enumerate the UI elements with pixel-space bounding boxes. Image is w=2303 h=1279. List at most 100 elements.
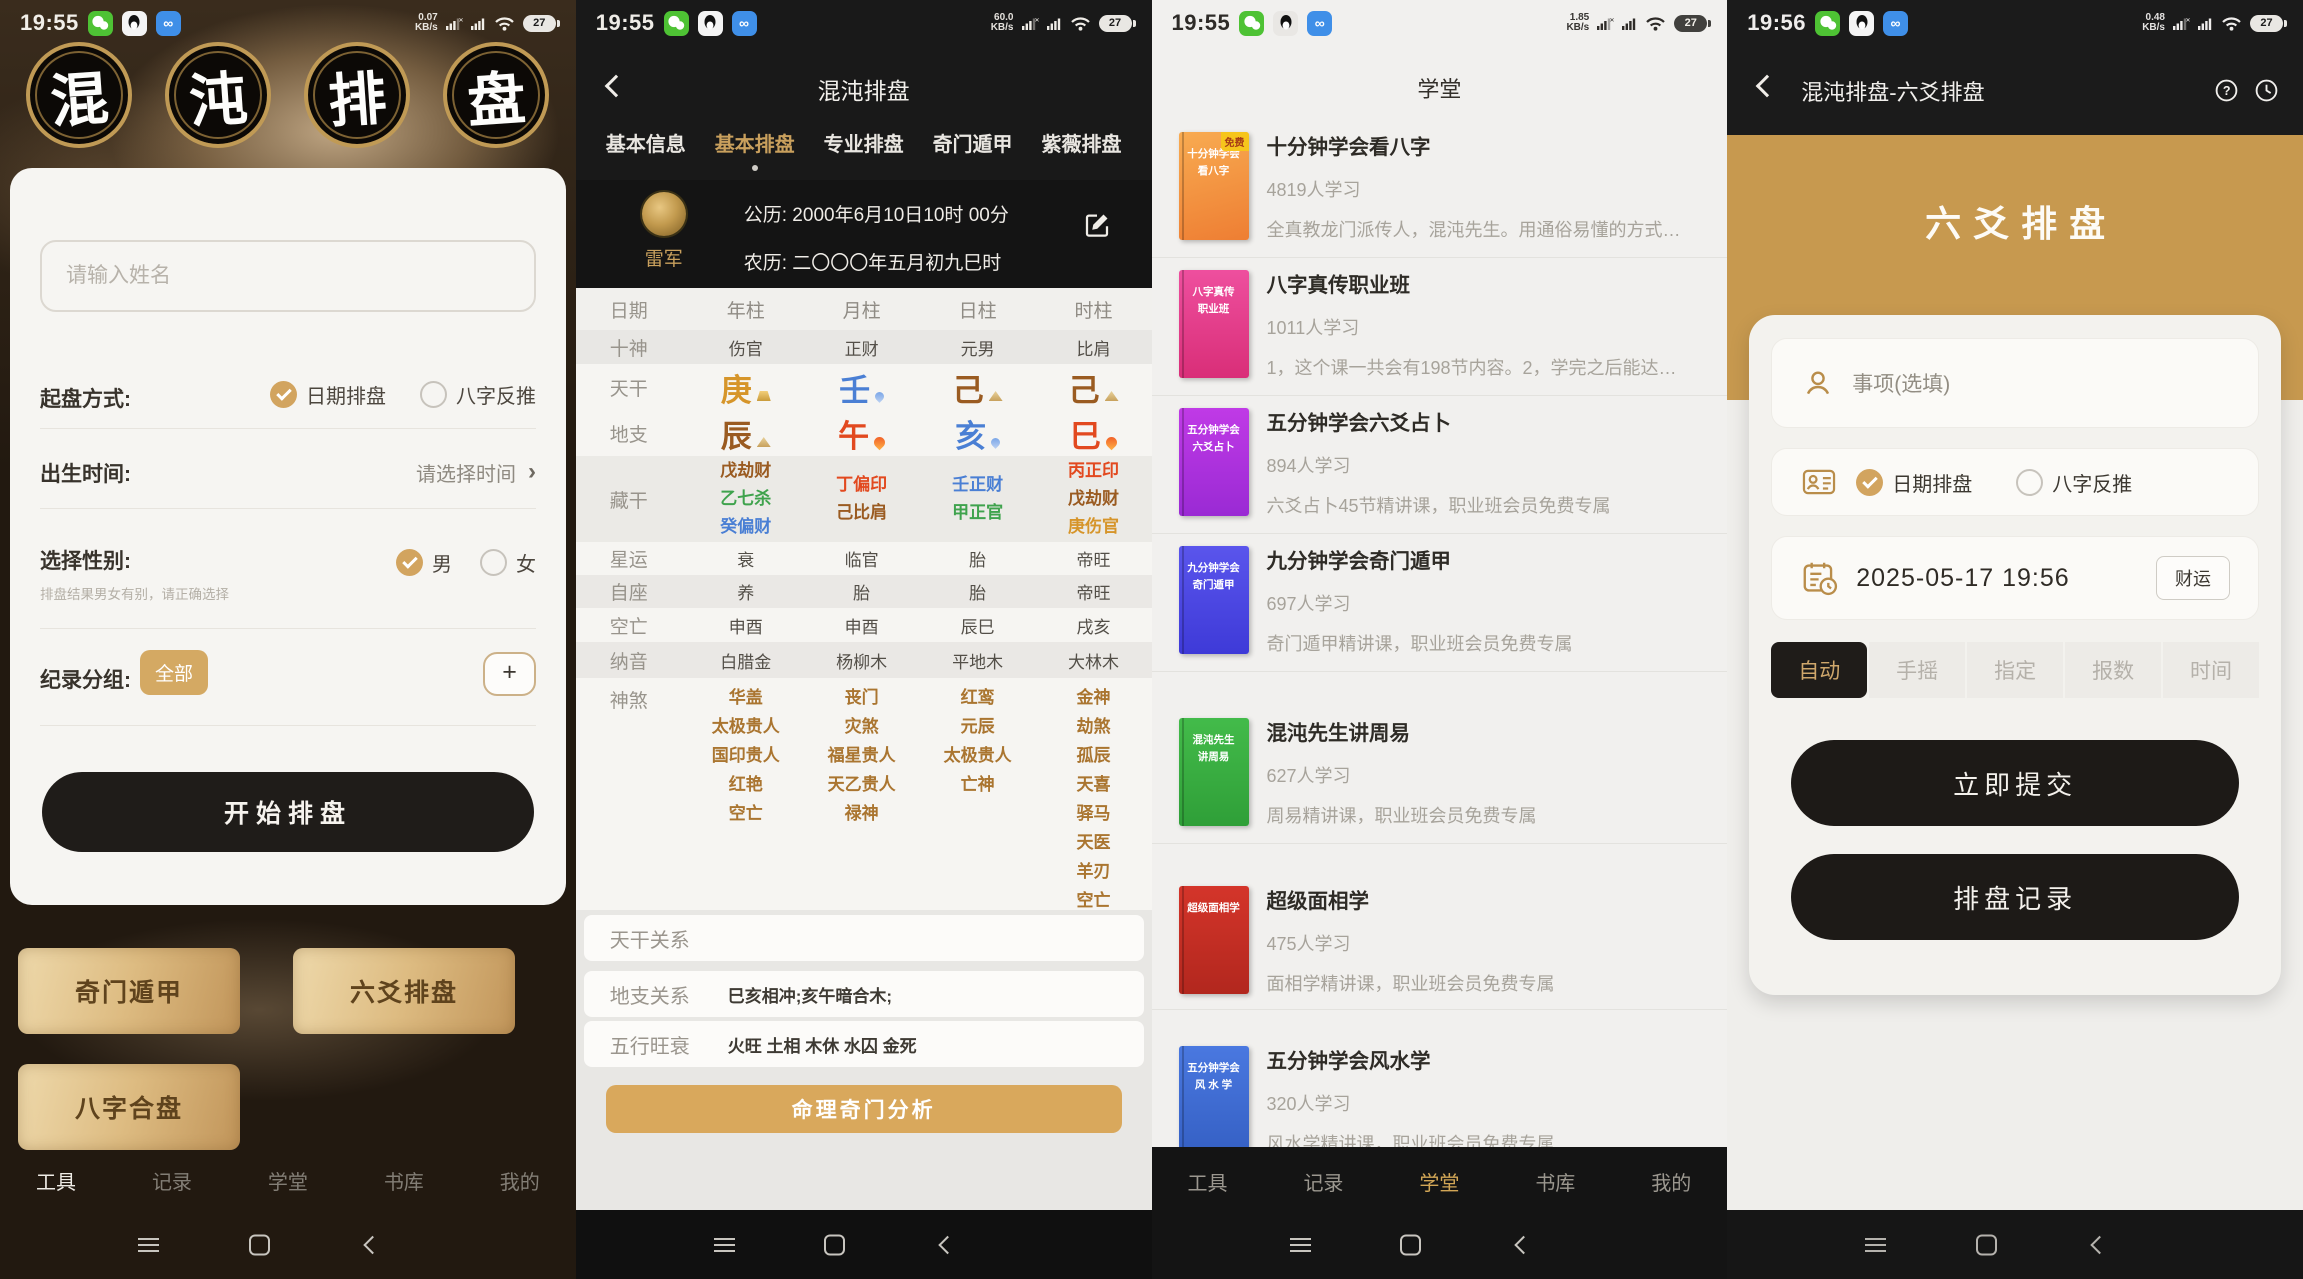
records-button[interactable]: 排盘记录 [1791, 854, 2239, 940]
help-icon[interactable]: ? [2214, 78, 2239, 108]
logo-coin: 沌 [165, 42, 271, 148]
battery-indicator: 27 [1099, 15, 1132, 32]
matter-input[interactable]: 事项(选填) [1771, 338, 2259, 428]
course-description: 全真教龙门派传人，混沌先生。用通俗易懂的方式… [1267, 216, 1710, 242]
page-title: 混沌排盘 [576, 72, 1152, 106]
method-radio[interactable]: 日期排盘 [270, 380, 386, 409]
tab-item[interactable]: 基本排盘 [715, 128, 795, 171]
tab-item[interactable]: 专业排盘 [824, 128, 904, 171]
course-item[interactable]: 八字真传职业班 八字真传职业班 1011人学习 1，这个课一共会有198节内容。… [1152, 258, 1728, 396]
tab-item[interactable]: 工具 [1188, 1167, 1228, 1196]
history-icon[interactable] [2254, 78, 2279, 108]
course-item[interactable]: 混沌先生讲周易 混沌先生讲周易 627人学习 周易精讲课，职业班会员免费专属 [1152, 672, 1728, 844]
column-header: 年柱 [688, 296, 804, 323]
method-radio[interactable]: 日期排盘 [1856, 468, 1972, 497]
clock-time: 19:55 [1172, 10, 1231, 36]
course-item[interactable]: 五分钟学会六爻占卜 五分钟学会六爻占卜 894人学习 六爻占卜45节精讲课，职业… [1152, 396, 1728, 534]
table-cell: 帝旺 [1036, 579, 1152, 604]
shortcut-card[interactable]: 奇门遁甲 [18, 948, 240, 1034]
tab-item[interactable]: 工具 [36, 1166, 76, 1195]
fortune-button[interactable]: 财运 [2156, 556, 2230, 600]
shensha-row: 神煞 华盖太极贵人国印贵人红艳空亡丧门灾煞福星贵人天乙贵人禄神红鸾元辰太极贵人亡… [576, 678, 1152, 910]
tab-item[interactable]: 书库 [384, 1166, 424, 1195]
course-item[interactable]: 九分钟学会奇门遁甲 九分钟学会奇门遁甲 697人学习 奇门遁甲精讲课，职业班会员… [1152, 534, 1728, 672]
nav-back-icon[interactable] [1514, 1235, 1532, 1253]
network-speed: 1.85KB/s [1566, 13, 1589, 34]
tab-item[interactable]: 书库 [1535, 1167, 1575, 1196]
nav-back-icon[interactable] [939, 1235, 957, 1253]
datetime-field[interactable]: 2025-05-17 19:56 财运 [1771, 536, 2259, 620]
method-field: 日期排盘 八字反推 [1771, 448, 2259, 516]
mode-tab[interactable]: 报数 [2065, 642, 2161, 698]
nav-home-icon[interactable] [249, 1234, 270, 1255]
canggan-row: 藏干 戊劫财乙七杀癸偏财丁偏印己比肩壬正财甲正官丙正印戊劫财庚伤官 [576, 456, 1152, 542]
group-all-chip[interactable]: 全部 [140, 650, 208, 695]
nav-home-icon[interactable] [824, 1234, 845, 1255]
shortcut-card[interactable]: 八字合盘 [18, 1064, 240, 1150]
element-icon [873, 390, 886, 403]
tab-item[interactable]: 记录 [1303, 1167, 1343, 1196]
column-header: 月柱 [804, 296, 920, 323]
nav-menu-icon[interactable] [714, 1234, 735, 1256]
start-paipan-button[interactable]: 开始排盘 [42, 772, 534, 852]
app-logo: 混 沌 排 盘 [0, 42, 576, 148]
free-badge: 免费 [1221, 132, 1249, 151]
android-nav-bar [1727, 1210, 2303, 1279]
name-input[interactable] [40, 240, 536, 312]
matter-placeholder: 事项(选填) [1852, 368, 1950, 398]
gender-radio[interactable]: 女 [480, 548, 536, 577]
course-description: 奇门遁甲精讲课，职业班会员免费专属 [1267, 630, 1710, 656]
nav-menu-icon[interactable] [1865, 1234, 1886, 1256]
tab-item[interactable]: 紫薇排盘 [1042, 128, 1122, 171]
stem-cell: 己 [1036, 365, 1152, 410]
android-nav-bar [0, 1210, 576, 1279]
method-label: 起盘方式: [40, 383, 131, 413]
qimen-analysis-button[interactable]: 命理奇门分析 [606, 1085, 1122, 1133]
nav-back-icon[interactable] [363, 1235, 381, 1253]
tab-item[interactable]: 学堂 [268, 1166, 308, 1195]
add-group-button[interactable]: + [483, 652, 536, 696]
tab-item[interactable]: 我的 [500, 1166, 540, 1195]
branch-cell: 巳 [1036, 411, 1152, 456]
course-item[interactable]: 超级面相学 超级面相学 475人学习 面相学精讲课，职业班会员免费专属 [1152, 844, 1728, 1010]
tab-item[interactable]: 学堂 [1419, 1167, 1459, 1196]
radio-icon [396, 549, 423, 576]
edit-icon[interactable] [1082, 210, 1112, 245]
status-bar: 19:55 ∞ 60.0KB/s ✕ 27 [576, 0, 1152, 46]
calendar-clock-icon [1802, 560, 1838, 596]
tab-item[interactable]: 我的 [1651, 1167, 1691, 1196]
course-students: 697人学习 [1267, 590, 1351, 616]
course-item[interactable]: 五分钟学会风 水 学 五分钟学会风水学 320人学习 风水学精讲课，职业班会员免… [1152, 1010, 1728, 1147]
tab-item[interactable]: 记录 [152, 1166, 192, 1195]
mode-tab[interactable]: 指定 [1967, 642, 2063, 698]
table-cell: 正财 [804, 335, 920, 360]
wifi-icon [2221, 16, 2242, 31]
qq-icon [1849, 11, 1874, 36]
tab-item[interactable]: 奇门遁甲 [933, 128, 1013, 171]
submit-button[interactable]: 立即提交 [1791, 740, 2239, 826]
table-cell: 元男 [920, 335, 1036, 360]
chevron-right-icon: › [528, 458, 536, 487]
gender-label: 选择性别: [40, 545, 131, 575]
four-screen-collage: 19:55 ∞ 0.07KB/s ✕ 27 混 沌 排 盘 起盘方式: 日期排盘… [0, 0, 2303, 1279]
nav-menu-icon[interactable] [138, 1234, 159, 1256]
mode-tab[interactable]: 自动 [1771, 642, 1867, 698]
nav-home-icon[interactable] [1976, 1234, 1997, 1255]
divider [40, 725, 536, 726]
table-cell: 养 [688, 579, 804, 604]
shortcut-card[interactable]: 六爻排盘 [293, 948, 515, 1034]
nav-home-icon[interactable] [1400, 1234, 1421, 1255]
nav-menu-icon[interactable] [1290, 1234, 1311, 1256]
tab-item[interactable]: 基本信息 [606, 128, 686, 171]
method-radio[interactable]: 八字反推 [2016, 468, 2132, 497]
dizhi-row: 地支 辰午亥巳 [576, 410, 1152, 456]
mode-tab[interactable]: 手摇 [1869, 642, 1965, 698]
course-item[interactable]: 免费 十分钟学会看八字 十分钟学会看八字 4819人学习 全真教龙门派传人，混沌… [1152, 120, 1728, 258]
gender-radio[interactable]: 男 [396, 548, 452, 577]
method-radio[interactable]: 八字反推 [420, 380, 536, 409]
nav-back-icon[interactable] [2090, 1235, 2108, 1253]
mode-tab[interactable]: 时间 [2163, 642, 2259, 698]
birth-time-picker[interactable]: 请选择时间 › [416, 458, 536, 487]
bottom-tab-bar: 工具 记录 学堂 书库 我的 [1152, 1167, 1728, 1196]
profile-name: 雷军 [624, 244, 704, 271]
